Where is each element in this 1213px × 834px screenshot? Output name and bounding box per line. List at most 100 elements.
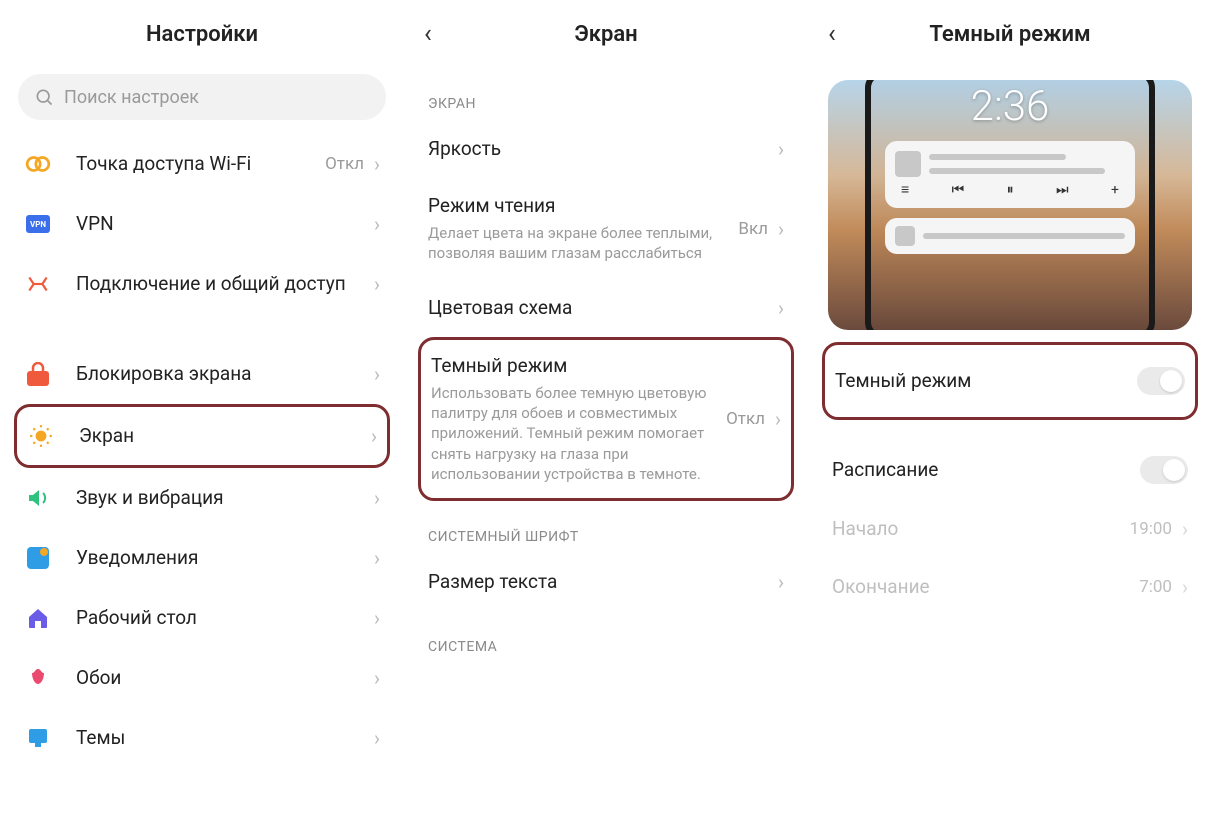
page-title: Настройки bbox=[6, 22, 398, 47]
dark-mode-preview: 2:36 ≡ ⏮ ⏸ ⏭ + bbox=[828, 80, 1192, 330]
screen-row-highlight: Экран › bbox=[14, 404, 390, 468]
schedule-end-row[interactable]: Окончание 7:00 › bbox=[814, 558, 1206, 616]
row-label: Цветовая схема bbox=[428, 296, 778, 321]
reading-mode-row[interactable]: Режим чтения Делает цвета на экране боле… bbox=[410, 178, 802, 279]
row-label: Окончание bbox=[832, 575, 1139, 600]
vpn-row[interactable]: VPN VPN › bbox=[6, 194, 398, 254]
chevron-right-icon: › bbox=[374, 606, 380, 630]
themes-row[interactable]: Темы › bbox=[6, 708, 398, 768]
next-icon: ⏭ bbox=[1056, 182, 1069, 198]
text-size-row[interactable]: Размер текста › bbox=[410, 553, 802, 611]
toggle-switch[interactable] bbox=[1140, 456, 1188, 484]
row-label: Режим чтения bbox=[428, 194, 738, 219]
row-label: Темный режим bbox=[431, 354, 726, 379]
chevron-right-icon: › bbox=[778, 570, 784, 594]
brightness-row[interactable]: Яркость › bbox=[410, 120, 802, 178]
add-icon: + bbox=[1111, 182, 1119, 198]
row-label: Рабочий стол bbox=[76, 606, 374, 631]
chevron-right-icon: › bbox=[778, 137, 784, 161]
toggle-switch[interactable] bbox=[1137, 367, 1185, 395]
chevron-right-icon: › bbox=[374, 726, 380, 750]
section-header-system: СИСТЕМА bbox=[410, 611, 802, 663]
chevron-right-icon: › bbox=[374, 272, 380, 296]
row-label: Блокировка экрана bbox=[76, 362, 374, 387]
chevron-right-icon: › bbox=[374, 152, 380, 176]
themes-icon bbox=[24, 724, 52, 752]
search-icon bbox=[34, 87, 54, 107]
lock-screen-row[interactable]: Блокировка экрана › bbox=[6, 344, 398, 404]
schedule-start-row[interactable]: Начало 19:00 › bbox=[814, 500, 1206, 558]
row-value: Вкл bbox=[738, 219, 768, 239]
vpn-icon: VPN bbox=[24, 210, 52, 238]
section-header-screen: ЭКРАН bbox=[410, 68, 802, 120]
page-title: Темный режим bbox=[814, 22, 1206, 47]
section-header-font: СИСТЕМНЫЙ ШРИФТ bbox=[410, 501, 802, 553]
lock-icon bbox=[24, 360, 52, 388]
color-scheme-row[interactable]: Цветовая схема › bbox=[410, 279, 802, 337]
row-label: Уведомления bbox=[76, 546, 374, 571]
row-value: Откл bbox=[325, 154, 364, 174]
phone-frame: 2:36 ≡ ⏮ ⏸ ⏭ + bbox=[865, 80, 1155, 330]
row-label: Размер текста bbox=[428, 570, 778, 595]
svg-text:VPN: VPN bbox=[30, 220, 46, 229]
header: ‹ Темный режим bbox=[814, 0, 1206, 68]
menu-icon: ≡ bbox=[901, 181, 909, 198]
row-label: Звук и вибрация bbox=[76, 486, 374, 511]
row-label: Расписание bbox=[832, 458, 1140, 483]
screen-settings-column: ‹ Экран ЭКРАН Яркость › Режим чтения Дел… bbox=[404, 0, 808, 834]
settings-column: Настройки Поиск настроек Точка доступа W… bbox=[0, 0, 404, 834]
dark-mode-row-highlight: Темный режим Использовать более темную ц… bbox=[418, 337, 794, 501]
row-label: Темы bbox=[76, 726, 374, 751]
dark-mode-column: ‹ Темный режим 2:36 ≡ ⏮ ⏸ ⏭ + bbox=[808, 0, 1212, 834]
search-placeholder: Поиск настроек bbox=[64, 87, 199, 108]
chevron-right-icon: › bbox=[374, 546, 380, 570]
dark-mode-row[interactable]: Темный режим Использовать более темную ц… bbox=[421, 340, 791, 498]
sound-icon bbox=[24, 484, 52, 512]
back-button[interactable]: ‹ bbox=[424, 19, 432, 49]
schedule-toggle-row[interactable]: Расписание bbox=[814, 440, 1206, 500]
chevron-right-icon: › bbox=[374, 666, 380, 690]
chevron-right-icon: › bbox=[778, 217, 784, 241]
header: Настройки bbox=[6, 0, 398, 68]
header: ‹ Экран bbox=[410, 0, 802, 68]
chevron-right-icon: › bbox=[374, 486, 380, 510]
notification-icon bbox=[24, 544, 52, 572]
home-screen-row[interactable]: Рабочий стол › bbox=[6, 588, 398, 648]
pause-icon: ⏸ bbox=[1007, 182, 1014, 198]
chevron-right-icon: › bbox=[778, 296, 784, 320]
chevron-right-icon: › bbox=[371, 424, 377, 448]
connection-sharing-row[interactable]: Подключение и общий доступ › bbox=[6, 254, 398, 314]
chevron-right-icon: › bbox=[1182, 517, 1188, 541]
row-desc: Использовать более темную цветовую палит… bbox=[431, 383, 726, 484]
dark-mode-toggle-row[interactable]: Темный режим bbox=[825, 345, 1195, 417]
screen-row[interactable]: Экран › bbox=[17, 407, 387, 465]
notifications-row[interactable]: Уведомления › bbox=[6, 528, 398, 588]
row-label: Подключение и общий доступ bbox=[76, 272, 374, 297]
wifi-hotspot-icon bbox=[24, 150, 52, 178]
page-title: Экран bbox=[410, 22, 802, 47]
row-value: 7:00 bbox=[1139, 577, 1172, 597]
wallpaper-row[interactable]: Обои › bbox=[6, 648, 398, 708]
row-label: Экран bbox=[79, 424, 371, 449]
chevron-right-icon: › bbox=[1182, 575, 1188, 599]
preview-media-card: ≡ ⏮ ⏸ ⏭ + bbox=[885, 141, 1135, 208]
row-label: Точка доступа Wi-Fi bbox=[76, 152, 325, 177]
wallpaper-icon bbox=[24, 664, 52, 692]
chevron-right-icon: › bbox=[374, 212, 380, 236]
wifi-hotspot-row[interactable]: Точка доступа Wi-Fi Откл › bbox=[6, 134, 398, 194]
chevron-right-icon: › bbox=[374, 362, 380, 386]
sound-row[interactable]: Звук и вибрация › bbox=[6, 468, 398, 528]
row-label: Темный режим bbox=[835, 369, 1137, 394]
row-value: 19:00 bbox=[1130, 519, 1172, 539]
row-desc: Делает цвета на экране более теплыми, по… bbox=[428, 223, 738, 264]
row-label: Яркость bbox=[428, 137, 778, 162]
share-icon bbox=[24, 270, 52, 298]
back-button[interactable]: ‹ bbox=[828, 19, 836, 49]
preview-notif-card bbox=[885, 218, 1135, 254]
sun-icon bbox=[27, 422, 55, 450]
row-label: Начало bbox=[832, 517, 1130, 542]
row-label: Обои bbox=[76, 666, 374, 691]
preview-clock: 2:36 bbox=[971, 82, 1050, 131]
search-input[interactable]: Поиск настроек bbox=[18, 74, 386, 120]
row-label: VPN bbox=[76, 212, 374, 237]
